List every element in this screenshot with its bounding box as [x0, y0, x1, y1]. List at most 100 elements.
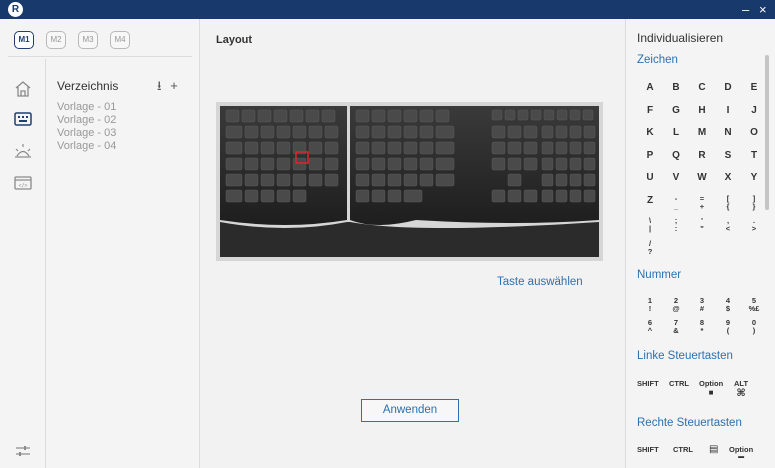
- keyboard-key[interactable]: [569, 141, 582, 155]
- char-key-r[interactable]: R: [689, 150, 715, 161]
- macro-icon[interactable]: </>: [13, 173, 33, 193]
- keyboard-key[interactable]: [435, 109, 450, 123]
- keyboard-key[interactable]: [355, 109, 370, 123]
- symbol-key[interactable]: ]}: [741, 194, 767, 211]
- keyboard-key[interactable]: [260, 173, 275, 187]
- minimize-button[interactable]: –: [742, 0, 749, 19]
- keyboard-key[interactable]: [321, 109, 336, 123]
- char-key-k[interactable]: K: [637, 127, 663, 138]
- keyboard-key[interactable]: [583, 141, 596, 155]
- keyboard-key[interactable]: [507, 141, 522, 155]
- keyboard-key[interactable]: [324, 173, 339, 187]
- keyboard-key[interactable]: [403, 109, 418, 123]
- keyboard-key[interactable]: [403, 189, 423, 203]
- char-key-a[interactable]: A: [637, 82, 663, 93]
- number-key-4[interactable]: 4 $: [715, 297, 741, 313]
- keyboard-key[interactable]: [244, 125, 259, 139]
- number-key-0[interactable]: 0): [741, 319, 767, 335]
- left-shift-key[interactable]: SHIFT: [637, 379, 659, 388]
- keyboard-key[interactable]: [305, 109, 320, 123]
- keyboard-key[interactable]: [583, 173, 596, 187]
- keyboard-key[interactable]: [355, 189, 370, 203]
- keyboard-key[interactable]: [371, 125, 386, 139]
- right-option-key[interactable]: Option ▬: [729, 445, 753, 460]
- keyboard-key[interactable]: [491, 109, 503, 121]
- keyboard-key[interactable]: [491, 125, 506, 139]
- keyboard-key[interactable]: [555, 157, 568, 171]
- keyboard-key[interactable]: [257, 109, 272, 123]
- keyboard-key[interactable]: [387, 173, 402, 187]
- mode-button-m3[interactable]: M3: [78, 31, 98, 49]
- keyboard-key[interactable]: [507, 157, 522, 171]
- keyboard-key[interactable]: [371, 173, 386, 187]
- keyboard-key[interactable]: [260, 141, 275, 155]
- keyboard-key[interactable]: [225, 125, 243, 139]
- keyboard-key[interactable]: [403, 125, 418, 139]
- keyboard-key[interactable]: [435, 141, 455, 155]
- keyboard-key[interactable]: [355, 157, 370, 171]
- keyboard-key[interactable]: [435, 157, 455, 171]
- char-key-h[interactable]: H: [689, 105, 715, 116]
- symbol-key[interactable]: [{: [715, 194, 741, 211]
- keyboard-key[interactable]: [387, 141, 402, 155]
- keyboard-key[interactable]: [225, 109, 240, 123]
- keyboard-key[interactable]: [292, 173, 307, 187]
- keyboard-key[interactable]: [517, 109, 529, 121]
- keyboard-key[interactable]: [387, 157, 402, 171]
- symbol-key[interactable]: ' ": [689, 217, 715, 233]
- keyboard-key[interactable]: [276, 125, 291, 139]
- keyboard-key[interactable]: [569, 109, 581, 121]
- symbol-key[interactable]: /?: [637, 239, 663, 256]
- keyboard-key[interactable]: [308, 157, 323, 171]
- char-key-g[interactable]: G: [663, 105, 689, 116]
- keyboard-key[interactable]: [555, 141, 568, 155]
- keyboard-key[interactable]: [241, 109, 256, 123]
- char-key-f[interactable]: F: [637, 105, 663, 116]
- symbol-key[interactable]: = +: [689, 194, 715, 211]
- preset-item-04[interactable]: Vorlage - 04: [57, 140, 116, 152]
- symbol-key[interactable]: \ |: [637, 217, 663, 233]
- keyboard-key[interactable]: [543, 109, 555, 121]
- keyboard-key[interactable]: [273, 109, 288, 123]
- keyboard-key[interactable]: [308, 141, 323, 155]
- keyboard-key[interactable]: [583, 125, 596, 139]
- keyboard-key[interactable]: [569, 157, 582, 171]
- keyboard-key[interactable]: [292, 157, 307, 171]
- char-key-m[interactable]: M: [689, 127, 715, 138]
- keyboard-key[interactable]: [523, 141, 538, 155]
- keyboard-key[interactable]: [308, 125, 323, 139]
- number-key-8[interactable]: 8 *: [689, 319, 715, 335]
- keyboard-key[interactable]: [569, 125, 582, 139]
- number-key-1[interactable]: 1!: [637, 297, 663, 313]
- keyboard-key[interactable]: [507, 189, 522, 203]
- char-key-w[interactable]: W: [689, 172, 715, 183]
- keyboard-key[interactable]: [491, 157, 506, 171]
- keyboard-key[interactable]: [569, 173, 582, 187]
- keyboard-key[interactable]: [355, 125, 370, 139]
- char-key-y[interactable]: Y: [741, 172, 767, 183]
- keyboard-key[interactable]: [555, 125, 568, 139]
- keyboard-key[interactable]: [324, 125, 339, 139]
- number-key-3[interactable]: 3 #: [689, 297, 715, 313]
- symbol-key[interactable]: - _: [663, 194, 689, 211]
- keyboard-key[interactable]: [419, 157, 434, 171]
- keyboard-key[interactable]: [555, 189, 568, 203]
- char-key-d[interactable]: D: [715, 82, 741, 93]
- number-key-2[interactable]: 2 @: [663, 297, 689, 313]
- keyboard-key[interactable]: [260, 125, 275, 139]
- left-option-key[interactable]: Option ■: [699, 379, 723, 397]
- keyboard-key[interactable]: [355, 173, 370, 187]
- preset-item-01[interactable]: Vorlage - 01: [57, 101, 116, 113]
- keyboard-key[interactable]: [260, 157, 275, 171]
- home-icon[interactable]: [13, 79, 33, 99]
- keyboard-key[interactable]: [556, 109, 568, 121]
- right-shift-key[interactable]: SHIFT: [637, 445, 659, 454]
- close-button[interactable]: ×: [759, 0, 767, 19]
- symbol-key[interactable]: ;:: [663, 217, 689, 233]
- keyboard-image[interactable]: [216, 102, 603, 261]
- number-key-9[interactable]: 9(: [715, 319, 741, 335]
- keyboard-key[interactable]: [225, 189, 243, 203]
- char-key-u[interactable]: U: [637, 172, 663, 183]
- keyboard-key[interactable]: [491, 141, 506, 155]
- char-key-c[interactable]: C: [689, 82, 715, 93]
